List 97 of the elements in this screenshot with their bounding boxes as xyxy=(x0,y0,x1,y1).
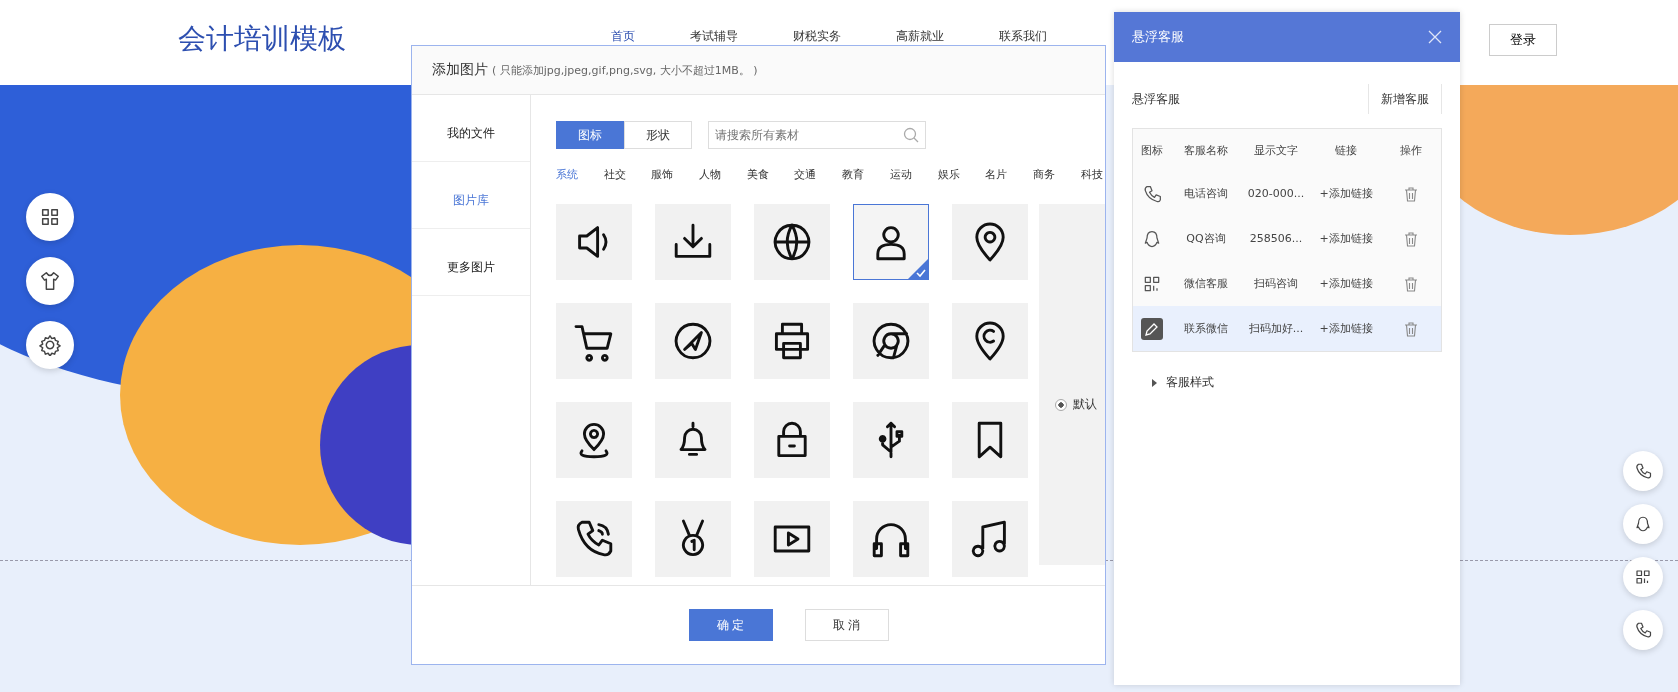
dialog-title: 添加图片 xyxy=(432,61,488,79)
shirt-icon xyxy=(39,270,61,292)
trash-icon[interactable] xyxy=(1403,185,1419,202)
table-cell-text: QQ咨询 xyxy=(1185,231,1227,246)
qr-icon xyxy=(1634,568,1652,586)
category-link[interactable]: 人物 xyxy=(699,167,747,182)
grid-icon xyxy=(39,206,61,228)
cancel-button[interactable]: 取 消 xyxy=(804,609,889,641)
icon-tile[interactable] xyxy=(853,303,929,379)
table-row[interactable]: QQ咨询 258506... +添加链接 xyxy=(1133,216,1441,261)
close-icon[interactable] xyxy=(1428,30,1442,44)
trash-icon[interactable] xyxy=(1403,320,1419,337)
search-icon xyxy=(903,127,919,143)
tab[interactable]: 形状 xyxy=(624,121,692,149)
section-label: 悬浮客服 xyxy=(1132,90,1180,108)
category-link[interactable]: 社交 xyxy=(603,167,652,182)
add-link[interactable]: +添加链接 xyxy=(1311,186,1381,201)
edit-icon[interactable] xyxy=(1141,317,1163,340)
menu-item[interactable]: 图片库 xyxy=(412,172,530,229)
category-link[interactable]: 服饰 xyxy=(651,167,700,182)
icon-tile[interactable] xyxy=(556,303,632,379)
table-cell-text: 258506... xyxy=(1248,232,1304,245)
add-link[interactable]: +添加链接 xyxy=(1311,231,1381,246)
phone-icon xyxy=(1142,183,1162,204)
table-cell-text: 扫码加好... xyxy=(1247,321,1305,336)
nav-link[interactable]: 考试辅导 xyxy=(690,28,738,45)
table-cell-text: 电话咨询 xyxy=(1183,186,1229,201)
category-link[interactable]: 交通 xyxy=(794,167,843,182)
icon-tile[interactable] xyxy=(655,204,731,280)
dialog-hint: ( 只能添加jpg,jpeg,gif,png,svg, 大小不超过1MB。 ) xyxy=(492,62,758,78)
table-cell-text: 联系微信 xyxy=(1183,321,1229,336)
phone-icon xyxy=(1634,462,1652,480)
column-header: 显示文字 xyxy=(1253,142,1299,158)
icon-tile[interactable] xyxy=(754,501,830,577)
table-row[interactable]: 联系微信 扫码加好... +添加链接 xyxy=(1133,306,1441,351)
icon-tile[interactable] xyxy=(952,402,1028,478)
trash-icon[interactable] xyxy=(1403,275,1419,292)
add-link[interactable]: +添加链接 xyxy=(1311,276,1381,291)
column-header: 操作 xyxy=(1399,142,1423,158)
site-logo[interactable]: 会计培训模板 xyxy=(178,20,346,58)
icon-tile[interactable] xyxy=(655,402,731,478)
category-link[interactable]: 教育 xyxy=(842,167,890,182)
phone-icon xyxy=(1634,621,1652,639)
icon-tile[interactable] xyxy=(853,402,929,478)
menu-item[interactable]: 我的文件 xyxy=(412,105,530,162)
add-service-button[interactable]: 新增客服 xyxy=(1368,84,1442,114)
gear-icon xyxy=(39,334,61,356)
contact-button[interactable] xyxy=(1623,557,1663,597)
panel-title: 悬浮客服 xyxy=(1132,28,1184,46)
column-header: 图标 xyxy=(1140,142,1164,158)
nav-link[interactable]: 联系我们 xyxy=(999,28,1047,45)
login-button[interactable]: 登录 xyxy=(1489,24,1557,56)
category-link[interactable]: 娱乐 xyxy=(937,167,986,182)
icon-tile[interactable] xyxy=(754,303,830,379)
nav-link[interactable]: 首页 xyxy=(611,28,635,45)
category-link[interactable]: 系统 xyxy=(556,167,604,182)
category-link[interactable]: 美食 xyxy=(746,167,795,182)
search-field[interactable]: 请搜索所有素材 xyxy=(708,121,926,149)
icon-tile[interactable] xyxy=(754,402,830,478)
icon-tile[interactable] xyxy=(952,303,1028,379)
radio-label: 默认 xyxy=(1073,396,1097,413)
column-header: 客服名称 xyxy=(1183,142,1229,158)
icon-tile[interactable] xyxy=(952,204,1028,280)
category-link[interactable]: 科技 xyxy=(1080,167,1105,182)
qq-icon xyxy=(1634,515,1652,533)
menu-item[interactable]: 更多图片 xyxy=(412,239,530,296)
icon-tile[interactable] xyxy=(853,204,929,280)
table-cell-text: 微信客服 xyxy=(1183,276,1229,291)
icon-tile[interactable] xyxy=(655,303,731,379)
add-link[interactable]: +添加链接 xyxy=(1311,321,1381,336)
icon-tile[interactable] xyxy=(556,501,632,577)
category-link[interactable]: 运动 xyxy=(889,167,938,182)
icon-tile[interactable] xyxy=(952,501,1028,577)
radio-option[interactable]: 默认 xyxy=(1055,396,1097,413)
radio-button[interactable] xyxy=(1055,398,1067,411)
check-icon xyxy=(908,259,928,279)
table-cell-text: 扫码咨询 xyxy=(1253,276,1299,291)
style-section-toggle[interactable]: 客服样式 xyxy=(1150,374,1460,391)
icon-tile[interactable] xyxy=(754,204,830,280)
icon-tile[interactable] xyxy=(655,501,731,577)
trash-icon[interactable] xyxy=(1403,230,1419,247)
confirm-button[interactable]: 确 定 xyxy=(688,609,773,641)
tab[interactable]: 图标 xyxy=(556,121,624,149)
icon-tile[interactable] xyxy=(853,501,929,577)
category-link[interactable]: 名片 xyxy=(985,167,1033,182)
nav-link[interactable]: 高薪就业 xyxy=(896,28,944,45)
contact-button[interactable] xyxy=(1623,610,1663,650)
column-header: 链接 xyxy=(1334,142,1358,158)
caret-icon xyxy=(1150,378,1158,387)
icon-tile[interactable] xyxy=(556,402,632,478)
table-row[interactable]: 微信客服 扫码咨询 +添加链接 xyxy=(1133,261,1441,306)
icon-tile[interactable] xyxy=(556,204,632,280)
table-row[interactable]: 电话咨询 020-000... +添加链接 xyxy=(1133,171,1441,216)
nav-link[interactable]: 财税实务 xyxy=(793,28,841,45)
qq-icon xyxy=(1142,228,1162,249)
category-link[interactable]: 商务 xyxy=(1032,167,1081,182)
table-cell-text: 020-000... xyxy=(1246,187,1306,200)
